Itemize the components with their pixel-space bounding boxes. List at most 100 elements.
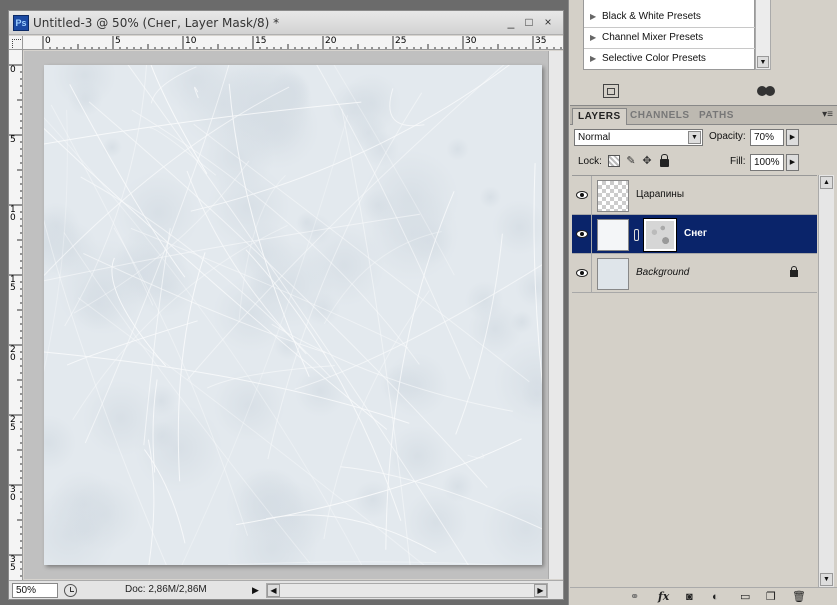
fill-label: Fill: <box>730 156 746 167</box>
right-panel-dock: ▶ Black & White Presets ▶ Channel Mixer … <box>568 0 837 605</box>
new-group-icon[interactable]: ▭ <box>740 591 750 603</box>
adjustments-toolbar <box>569 82 837 102</box>
horizontal-ruler[interactable]: 0 5 10 15 20 25 30 35 <box>23 36 563 50</box>
canvas-workspace[interactable] <box>24 51 548 579</box>
ruler-label: 1 5 <box>10 275 16 293</box>
fill-field[interactable]: 100% <box>750 154 784 171</box>
eye-icon <box>576 230 588 238</box>
expand-triangle-icon: ▶ <box>590 33 597 42</box>
layer-thumbnail[interactable] <box>597 258 629 290</box>
add-mask-icon[interactable]: ◙ <box>686 591 693 603</box>
ruler-label: 0 <box>45 36 51 46</box>
ruler-label: 5 <box>115 36 121 46</box>
tab-layers[interactable]: LAYERS <box>572 108 627 125</box>
scroll-up-icon[interactable]: ▲ <box>820 176 833 189</box>
mask-link-icon[interactable] <box>634 229 639 241</box>
opacity-slider-button[interactable]: ▶ <box>786 129 799 146</box>
layer-thumbnail[interactable] <box>597 180 629 212</box>
layer-row-background[interactable]: Background <box>572 254 817 293</box>
fill-slider-button[interactable]: ▶ <box>786 154 799 171</box>
zoom-level-field[interactable]: 50% <box>12 583 58 598</box>
layer-row-scratches[interactable]: Царапины <box>572 176 817 215</box>
eye-icon <box>576 191 588 199</box>
ruler-label: 2 5 <box>10 415 16 433</box>
lock-all-icon[interactable] <box>660 154 669 167</box>
panel-menu-icon[interactable]: ▾≡ <box>822 109 833 120</box>
return-to-adjustment-list-icon[interactable] <box>603 84 619 98</box>
layer-name[interactable]: Снег <box>684 228 707 239</box>
photoshop-logo-icon: Ps <box>13 15 29 31</box>
preset-item-selective-color[interactable]: ▶ Selective Color Presets <box>584 49 756 70</box>
ruler-origin[interactable] <box>9 36 23 50</box>
ruler-label: 35 <box>535 36 547 46</box>
layers-scrollbar[interactable]: ▲ ▼ <box>818 175 834 587</box>
document-vertical-scrollbar[interactable] <box>548 51 563 579</box>
document-info: Doc: 2,86M/2,86M <box>125 584 207 595</box>
document-canvas[interactable] <box>44 65 542 565</box>
visibility-toggle[interactable] <box>572 176 592 215</box>
lock-image-pixels-icon[interactable]: ✎ <box>625 155 637 167</box>
scroll-down-icon[interactable]: ▼ <box>757 56 769 68</box>
layer-name[interactable]: Background <box>636 267 689 278</box>
lock-label: Lock: <box>578 156 602 167</box>
visibility-toggle[interactable] <box>572 254 592 293</box>
document-horizontal-scrollbar[interactable]: ◀ ▶ <box>266 583 548 598</box>
ruler-label: 2 0 <box>10 345 16 363</box>
vertical-ruler[interactable]: 0 5 1 0 1 5 2 0 2 5 3 0 3 5 <box>9 50 23 580</box>
scratched-ice-texture <box>44 65 542 565</box>
view-previous-state-icon[interactable] <box>757 84 777 98</box>
status-bar: 50% Doc: 2,86M/2,86M ▶ ◀ ▶ <box>9 580 563 599</box>
trash-icon[interactable]: 🗑 <box>792 591 806 603</box>
minimize-button[interactable]: _ <box>503 14 519 30</box>
document-titlebar[interactable]: Ps Untitled-3 @ 50% (Снег, Layer Mask/8)… <box>9 11 563 35</box>
maximize-button[interactable]: □ <box>521 14 537 30</box>
ruler-label: 25 <box>395 36 407 46</box>
document-window: Ps Untitled-3 @ 50% (Снег, Layer Mask/8)… <box>8 10 564 600</box>
tab-channels[interactable]: CHANNELS <box>625 108 695 125</box>
ruler-label: 10 <box>185 36 197 46</box>
opacity-label: Opacity: <box>709 131 746 142</box>
preset-label: Channel Mixer Presets <box>602 32 704 43</box>
ruler-label: 3 0 <box>10 485 16 503</box>
close-button[interactable]: × <box>540 14 556 30</box>
ruler-label: 3 5 <box>10 555 16 573</box>
ruler-label: 1 0 <box>10 205 16 223</box>
visibility-toggle[interactable] <box>572 215 592 254</box>
layers-panel: LAYERS CHANNELS PATHS ▾≡ Normal ▼ Opacit… <box>570 105 837 605</box>
scroll-left-icon[interactable]: ◀ <box>267 584 280 597</box>
ruler-label: 5 <box>10 135 16 145</box>
opacity-field[interactable]: 70% <box>750 129 784 146</box>
expand-triangle-icon: ▶ <box>590 12 597 21</box>
adjustments-preset-list: ▶ Black & White Presets ▶ Channel Mixer … <box>583 0 756 70</box>
blend-mode-select[interactable]: Normal ▼ <box>574 129 703 146</box>
lock-icon <box>790 266 798 277</box>
layers-bottom-toolbar: ⚭ fx ◙ ◐ ▭ ❐ 🗑 <box>570 587 837 605</box>
adjustment-layer-icon[interactable]: ◐ <box>712 591 719 603</box>
link-layers-icon[interactable]: ⚭ <box>630 591 639 603</box>
preset-item-channel-mixer[interactable]: ▶ Channel Mixer Presets <box>584 28 756 49</box>
status-menu-arrow[interactable]: ▶ <box>252 584 262 596</box>
ruler-label: 0 <box>10 65 16 75</box>
adjustments-scrollbar[interactable]: ▼ <box>755 0 771 70</box>
layer-thumbnail[interactable] <box>597 219 629 251</box>
panel-tabs: LAYERS CHANNELS PATHS ▾≡ <box>570 106 837 125</box>
new-layer-icon[interactable]: ❐ <box>766 591 776 603</box>
clock-icon[interactable] <box>64 584 77 597</box>
chevron-down-icon: ▼ <box>688 131 701 144</box>
fx-icon[interactable]: fx <box>658 591 669 603</box>
layer-mask-thumbnail[interactable] <box>643 218 677 252</box>
tab-paths[interactable]: PATHS <box>694 108 739 125</box>
preset-item-black-white[interactable]: ▶ Black & White Presets <box>584 7 756 28</box>
scroll-right-icon[interactable]: ▶ <box>534 584 547 597</box>
expand-triangle-icon: ▶ <box>590 54 597 63</box>
ruler-label: 20 <box>325 36 337 46</box>
layer-row-snow[interactable]: Снег <box>572 215 817 254</box>
lock-position-icon[interactable]: ✥ <box>641 155 653 167</box>
ruler-label: 15 <box>255 36 267 46</box>
scroll-down-icon[interactable]: ▼ <box>820 573 833 586</box>
preset-label: Selective Color Presets <box>602 53 706 64</box>
layer-name[interactable]: Царапины <box>636 189 684 200</box>
lock-transparent-pixels-icon[interactable] <box>608 155 620 167</box>
layer-list: Царапины Снег Background <box>572 175 817 587</box>
document-title: Untitled-3 @ 50% (Снег, Layer Mask/8) * <box>33 16 280 30</box>
